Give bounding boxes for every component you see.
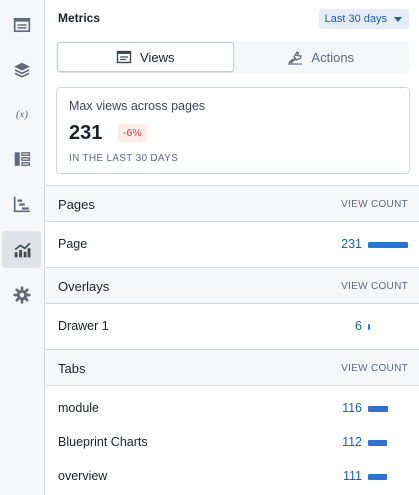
rail-button-settings[interactable] [2,276,41,313]
list-item-label: Drawer 1 [58,319,109,333]
view-count-value: 231 [341,237,362,251]
list-item[interactable]: overview 111 [46,460,419,494]
view-count-column-header: VIEW COUNT [341,281,408,292]
tab-views[interactable]: Views [57,42,234,72]
view-count-value: 112 [342,435,362,449]
list-item-label: overview [58,469,108,483]
view-mode-tabs: Views Actions [56,41,409,73]
view-count-value: 111 [342,469,362,483]
section-title: Tabs [58,361,86,376]
list-item-label: Blueprint Charts [58,435,148,449]
rail-button-timeline-chart[interactable] [2,185,41,222]
section-title: Pages [58,197,95,212]
timeline-bar-chart-icon [13,196,30,212]
panel-icon [116,50,132,64]
rail-button-variables[interactable]: (x) [2,95,41,132]
panel-title: Metrics [58,11,101,25]
list-item[interactable]: Drawer 1 6 [46,310,419,344]
caret-down-icon [394,17,402,22]
list-item[interactable]: module 116 [46,392,419,426]
trending-up-chart-icon [14,242,30,257]
hand-pointer-icon [288,51,303,65]
rail-button-panel-stats[interactable] [2,6,41,43]
max-views-card: Max views across pages 231 -6% IN THE LA… [56,87,410,174]
max-views-value: 231 [69,122,103,144]
list-item-label: module [58,401,99,415]
view-count-bar [368,474,387,480]
section-header-tabs: Tabs VIEW COUNT [46,349,419,386]
view-count-bar [368,324,370,330]
rail-button-list-columns[interactable] [2,140,41,177]
list-item[interactable]: Blueprint Charts 112 [46,426,419,460]
max-views-title: Max views across pages [69,99,206,113]
variable-icon-glyph: (x) [15,108,28,120]
metrics-panel: Metrics Last 30 days Views Actions Max v… [46,0,419,495]
tab-actions-label: Actions [311,49,355,65]
list-columns-icon [14,151,30,166]
left-icon-rail: (x) [0,0,45,495]
rail-button-layers[interactable] [2,51,41,88]
date-range-value: Last 30 days [324,13,387,25]
view-count-column-header: VIEW COUNT [341,363,408,374]
tab-views-label: Views [140,49,175,65]
rail-button-metrics[interactable] [2,231,41,268]
section-title: Overlays [58,279,110,294]
change-badge: -6% [118,124,147,142]
variable-icon: (x) [15,108,28,120]
tab-actions[interactable]: Actions [234,42,409,72]
view-count-value: 116 [342,401,362,415]
view-count-value: 6 [355,319,362,333]
view-count-bar [368,406,388,412]
view-count-bar [368,242,408,248]
view-count-bar [368,440,387,446]
list-item-label: Page [58,237,88,251]
date-range-select[interactable]: Last 30 days [318,9,409,29]
section-header-overlays: Overlays VIEW COUNT [46,267,419,304]
view-count-column-header: VIEW COUNT [341,199,408,210]
list-item[interactable]: Page 231 [46,228,419,262]
layers-icon [13,62,30,78]
panel-stats-icon [13,17,30,32]
period-note: IN THE LAST 30 DAYS [69,153,179,164]
gear-icon [12,285,31,304]
section-header-pages: Pages VIEW COUNT [46,185,419,222]
